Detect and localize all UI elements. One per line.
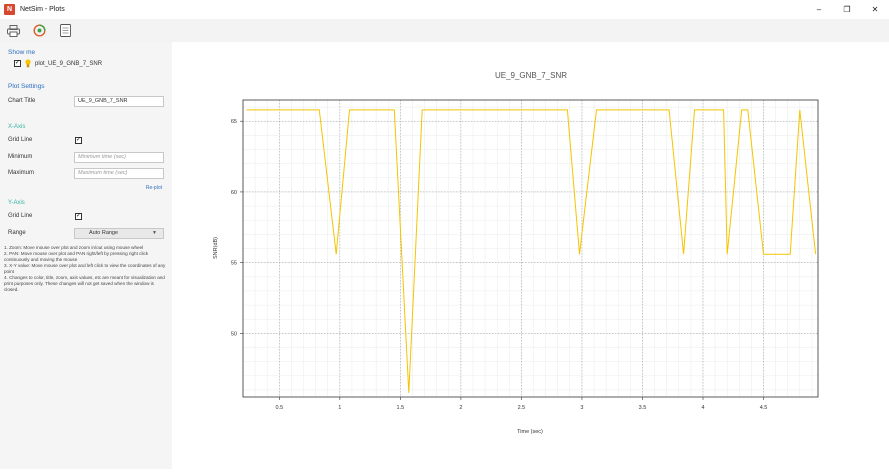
toolbar — [0, 19, 889, 42]
x-tick-label: 3 — [580, 405, 583, 411]
x-tick-label: 1.5 — [397, 405, 405, 411]
document-button[interactable] — [57, 23, 73, 39]
chart-title: UE_9_GNB_7_SNR — [495, 71, 567, 80]
chart-title-label: Chart Title — [8, 98, 36, 104]
range-selected-value: Auto Range — [89, 230, 119, 236]
plot-bulb-icon — [25, 59, 31, 68]
x-tick-label: 0.5 — [275, 405, 283, 411]
range-label: Range — [8, 230, 26, 236]
close-button[interactable]: ✕ — [861, 0, 889, 19]
y-tick-label: 50 — [231, 331, 237, 337]
print-icon — [6, 24, 20, 37]
x-grid-line-label: Grid Line — [8, 137, 33, 143]
minimum-label: Minimum — [8, 154, 33, 160]
plot-settings-heading: Plot Settings — [8, 83, 45, 90]
replot-link[interactable]: Re-plot — [146, 185, 162, 191]
chevron-down-icon: ▼ — [152, 230, 157, 236]
y-tick-label: 65 — [231, 119, 237, 125]
plot-name-label: plot_UE_9_GNB_7_SNR — [35, 61, 103, 67]
x-axis-label: Time (sec) — [517, 429, 543, 435]
x-tick-label: 2.5 — [518, 405, 526, 411]
snr-line-chart[interactable]: UE_9_GNB_7_SNR 0.5 1 1.5 2 2.5 3 3.5 4 4.5 50 55 60… — [172, 42, 889, 469]
y-grid-line-label: Grid Line — [8, 213, 33, 219]
x-tick-label: 3.5 — [639, 405, 647, 411]
refresh-icon — [32, 24, 46, 37]
x-tick-label: 4.5 — [760, 405, 768, 411]
print-button[interactable] — [5, 23, 21, 39]
window-title: NetSim - Plots — [20, 6, 65, 13]
y-axis-heading: Y-Axis — [8, 200, 25, 206]
plot-visibility-checkbox[interactable]: ✓ — [14, 60, 21, 67]
x-grid-line-checkbox[interactable]: ✓ — [75, 137, 82, 144]
y-tick-label: 60 — [231, 190, 237, 196]
y-grid-line-checkbox[interactable]: ✓ — [75, 213, 82, 220]
minimize-button[interactable]: – — [805, 0, 833, 19]
snr-series-line[interactable] — [246, 109, 817, 393]
x-axis-heading: X-Axis — [8, 124, 26, 130]
restore-button[interactable]: ❐ — [833, 0, 861, 19]
title-bar: N NetSim - Plots – ❐ ✕ — [0, 0, 889, 19]
plot-settings-sidebar: Show me ✓ plot_UE_9_GNB_7_SNR Plot Setti… — [0, 42, 172, 469]
help-text: 1. Zoom: Move mouse over plot and zoom i… — [4, 245, 168, 293]
x-tick-label: 1 — [338, 405, 341, 411]
minimum-time-input[interactable]: Minimum time (sec) — [74, 152, 164, 163]
refresh-button[interactable] — [31, 23, 47, 39]
y-tick-label: 55 — [231, 261, 237, 267]
x-tick-label: 4 — [701, 405, 704, 411]
x-tick-label: 2 — [459, 405, 462, 411]
help-item: 2. PAN: Move mouse over plot and PAN rig… — [4, 251, 149, 263]
range-dropdown[interactable]: Auto Range ▼ — [74, 228, 164, 239]
document-icon — [59, 24, 71, 37]
maximum-time-input[interactable]: Maximum time (sec) — [74, 168, 164, 179]
plot-area[interactable]: UE_9_GNB_7_SNR 0.5 1 1.5 2 2.5 3 3.5 4 4.5 50 55 60… — [172, 42, 889, 469]
help-item: 1. Zoom: Move mouse over plot and zoom i… — [4, 245, 144, 250]
maximum-label: Maximum — [8, 170, 35, 176]
chart-title-input[interactable]: UE_9_GNB_7_SNR — [74, 96, 164, 107]
help-item: 4. Changes to color, title, zoom, axis v… — [4, 275, 165, 293]
netsim-app-icon: N — [4, 4, 15, 15]
help-item: 3. X-Y value: Move mouse over plot and l… — [4, 263, 166, 275]
show-me-heading: Show me — [8, 49, 36, 56]
y-axis-label: SNR(dB) — [213, 237, 219, 259]
